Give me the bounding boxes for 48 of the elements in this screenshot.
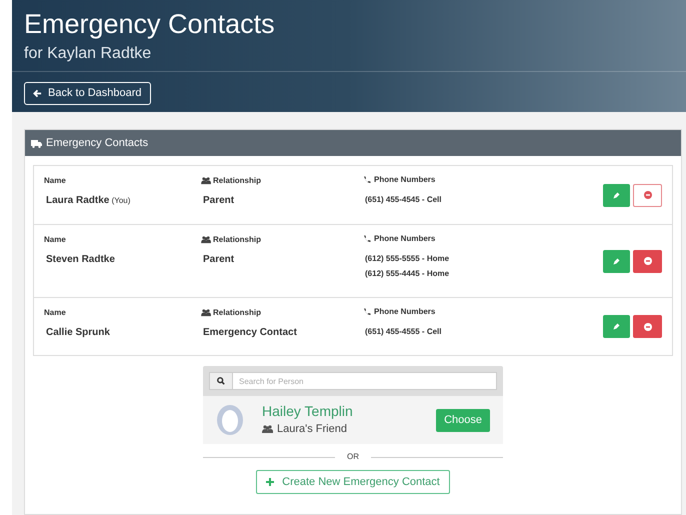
search-result[interactable]: Hailey Templin Laura's Friend Choose bbox=[203, 396, 503, 444]
contact-name: Callie Sprunk bbox=[45, 326, 110, 340]
minus-circle-icon bbox=[644, 191, 652, 199]
remove-button[interactable] bbox=[633, 184, 662, 206]
group-icon bbox=[201, 309, 211, 317]
minus-circle-icon bbox=[644, 322, 652, 330]
field-label: Phone Numbers bbox=[374, 306, 436, 318]
relationship-value: Parent bbox=[202, 253, 234, 267]
field-label: Name bbox=[44, 307, 66, 319]
group-icon bbox=[201, 236, 211, 244]
edit-button[interactable] bbox=[603, 184, 630, 206]
contact-name: Steven Radtke bbox=[45, 253, 115, 267]
group-icon bbox=[262, 424, 273, 434]
edit-button[interactable] bbox=[603, 250, 630, 272]
panel-title: Emergency Contacts bbox=[46, 136, 148, 151]
minus-circle-icon bbox=[644, 257, 652, 265]
edit-button[interactable] bbox=[603, 315, 630, 338]
search-field[interactable]: Search for Person bbox=[233, 372, 497, 390]
field-label: Relationship bbox=[213, 234, 262, 246]
person-name: Hailey Templin bbox=[262, 402, 353, 420]
field-label: Name bbox=[44, 175, 66, 187]
field-label: Phone Numbers bbox=[374, 174, 436, 186]
phone-number: (612) 555-5555 - Home bbox=[364, 253, 450, 265]
remove-button[interactable] bbox=[633, 315, 662, 338]
group-icon bbox=[201, 177, 211, 185]
person-relation: Laura's Friend bbox=[277, 422, 347, 437]
relationship-value: Parent bbox=[202, 194, 234, 208]
or-divider-label: OR bbox=[347, 451, 359, 463]
back-button[interactable]: Back to Dashboard bbox=[24, 82, 151, 105]
relationship-value: Emergency Contact bbox=[202, 326, 297, 340]
plus-icon bbox=[266, 478, 274, 486]
field-label: Relationship bbox=[213, 175, 262, 187]
pencil-icon bbox=[613, 258, 620, 264]
search-icon bbox=[217, 377, 225, 385]
contact-name: Laura Radtke (You) bbox=[45, 194, 130, 208]
field-label: Name bbox=[44, 234, 66, 246]
field-label: Relationship bbox=[213, 307, 262, 319]
field-label: Phone Numbers bbox=[374, 233, 436, 245]
phone-number: (651) 455-4545 - Cell bbox=[364, 194, 442, 206]
arrow-left-icon bbox=[33, 89, 42, 98]
pencil-icon bbox=[613, 192, 620, 198]
phone-number: (651) 455-4555 - Cell bbox=[364, 326, 442, 338]
phone-number: (612) 555-4445 - Home bbox=[364, 268, 450, 280]
avatar-icon bbox=[216, 404, 244, 436]
page-subtitle: for Kaylan Radtke bbox=[23, 44, 152, 64]
remove-button[interactable] bbox=[633, 250, 662, 272]
pencil-icon bbox=[613, 323, 620, 330]
page-title: Emergency Contacts bbox=[23, 8, 276, 40]
